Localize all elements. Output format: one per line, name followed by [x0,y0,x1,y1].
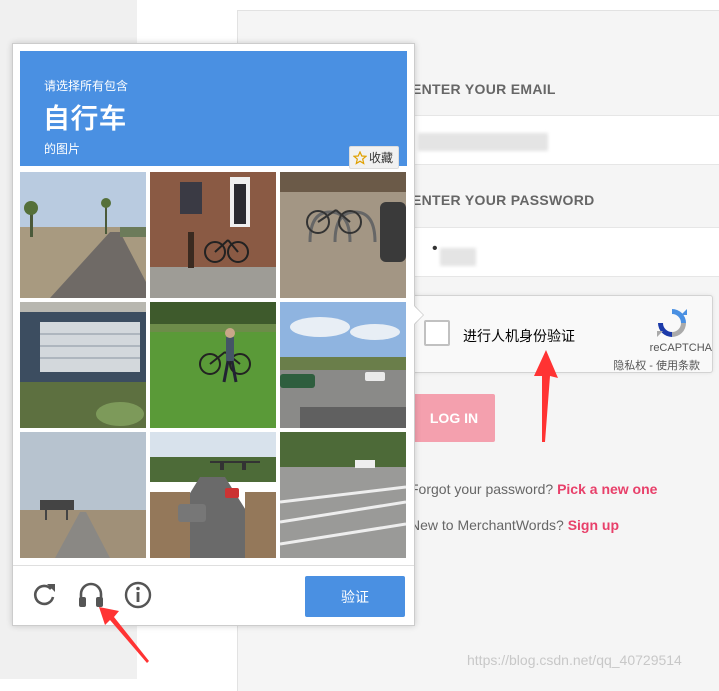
image-tile-intersection-car[interactable] [280,302,406,428]
email-field[interactable] [398,115,719,165]
favorite-label: 收藏 [368,151,393,165]
password-label: ENTER YOUR PASSWORD [412,192,595,208]
popup-pointer [413,305,423,325]
password-value-blurred [440,248,476,266]
email-label: ENTER YOUR EMAIL [412,81,556,97]
signup-line: New to MerchantWords? Sign up [410,517,619,533]
star-icon [352,150,367,165]
favorite-button[interactable]: 收藏 [348,146,399,169]
verify-button[interactable]: 验证 [305,576,405,617]
challenge-footer: 验证 [13,565,414,626]
image-tile-man-with-bike-lawn[interactable] [150,302,276,428]
privacy-link[interactable]: 隐私权 [613,360,646,372]
recaptcha-label: 进行人机身份验证 [463,328,575,344]
email-value-blurred [418,133,548,151]
recaptcha-logo-icon [657,309,687,337]
instruction-top: 请选择所有包含 [44,79,129,93]
new-user-text: New to MerchantWords? [410,517,564,533]
recaptcha-brand: reCAPTCHA [649,342,712,354]
image-tile-traffic-lights-road[interactable] [150,432,276,558]
recaptcha-links: 隐私权 - 使用条款 [613,357,700,373]
password-dots: • [432,240,438,257]
image-tile-road-desert-palms[interactable] [20,172,146,298]
image-tile-crosswalk-road[interactable] [280,432,406,558]
reload-icon[interactable] [29,580,59,610]
red-arrow-to-audio [99,607,149,663]
forgot-text: Forgot your password? [410,481,554,497]
login-button[interactable]: LOG IN [413,394,495,442]
terms-link[interactable]: 使用条款 [656,360,700,372]
watermark: https://blog.csdn.net/qq_40729514 [467,652,682,668]
image-tile-highway-sign[interactable] [20,432,146,558]
recaptcha-challenge-popup: 请选择所有包含 自行车 的图片 收藏 验证 [12,43,415,626]
instruction-bottom: 的图片 [44,142,81,156]
recaptcha-checkbox[interactable] [424,320,450,346]
challenge-banner: 请选择所有包含 自行车 的图片 收藏 [20,51,407,169]
image-tile-bike-rack[interactable] [280,172,406,298]
pick-new-password-link[interactable]: Pick a new one [557,481,657,497]
red-arrow-to-checkbox [534,350,558,442]
target-object: 自行车 [43,104,127,134]
image-tile-building-bicycle[interactable] [150,172,276,298]
link-separator: - [646,360,656,372]
image-tile-porch-house[interactable] [20,302,146,428]
signup-link[interactable]: Sign up [568,517,619,533]
forgot-password-line: Forgot your password? Pick a new one [410,481,657,497]
password-field[interactable]: • [398,227,719,277]
